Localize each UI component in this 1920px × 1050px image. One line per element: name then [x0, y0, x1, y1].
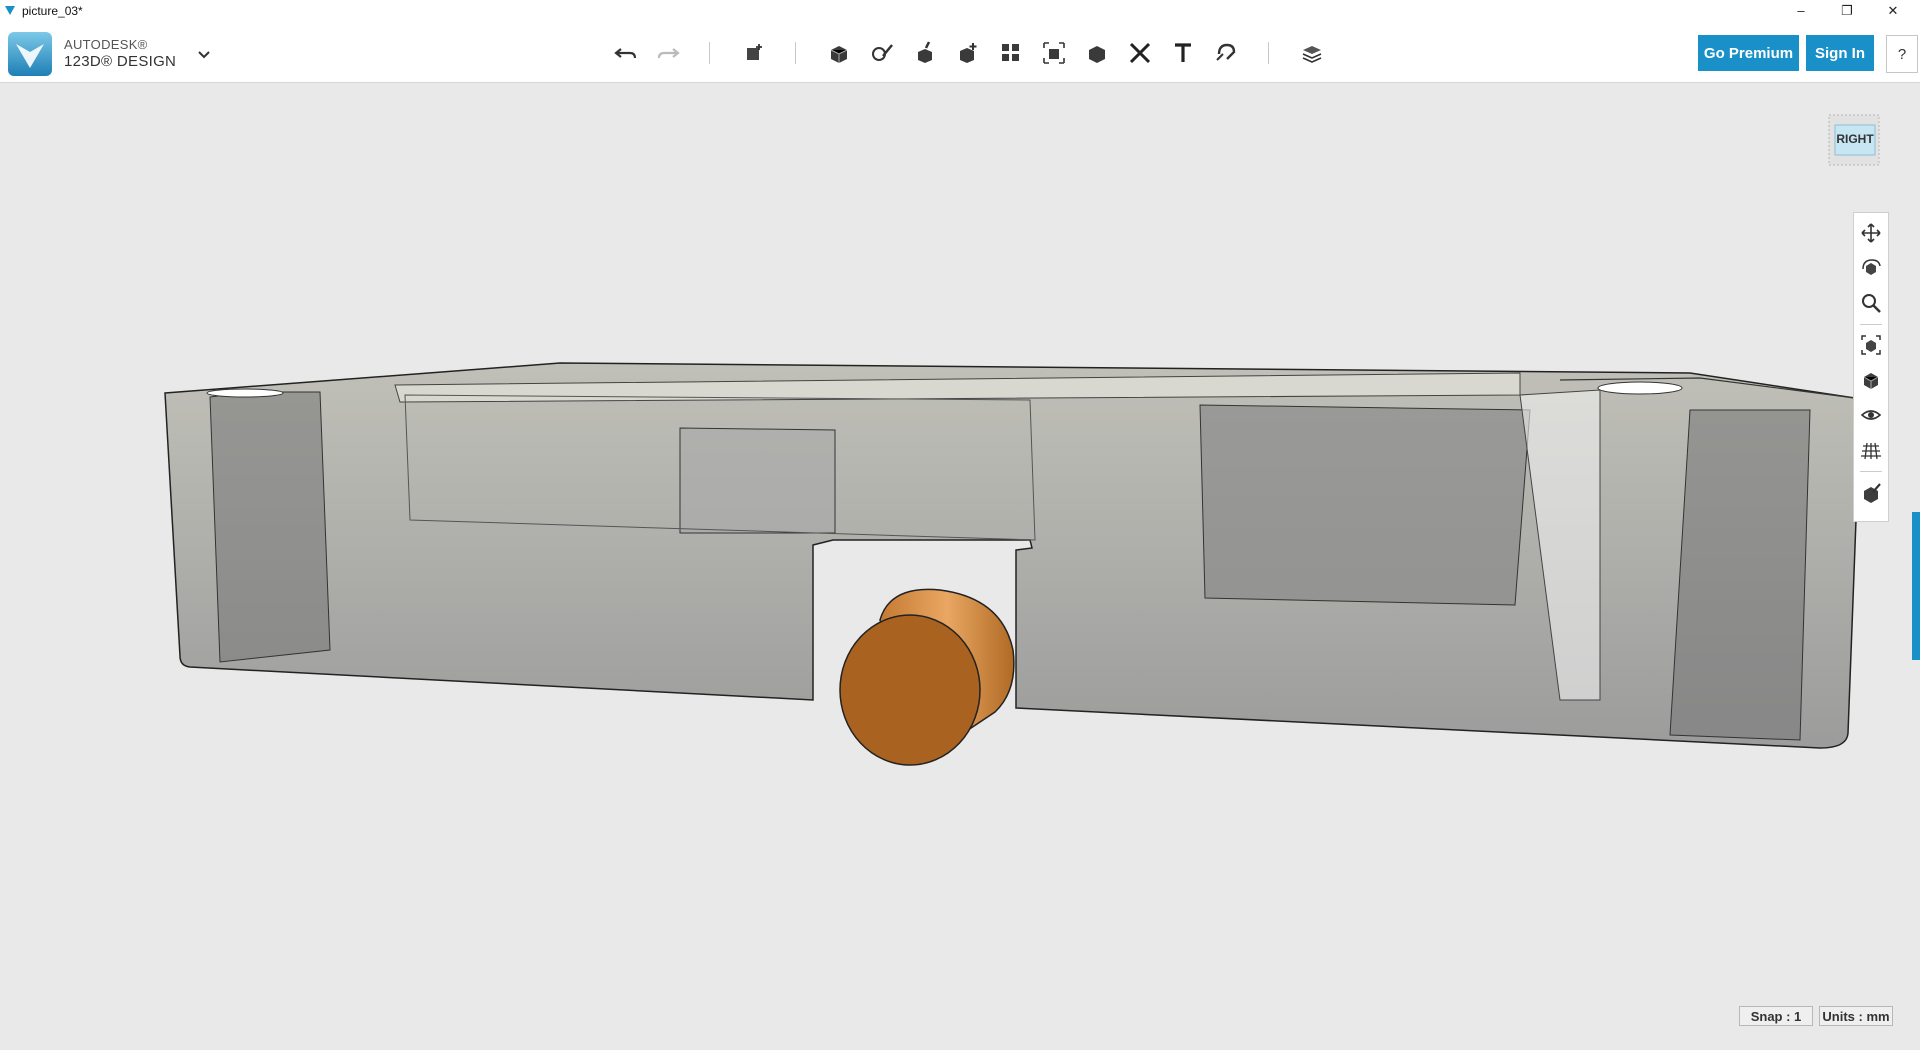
brand-product: 123D® DESIGN — [64, 53, 177, 70]
pan-icon[interactable] — [1859, 221, 1883, 245]
orbit-icon[interactable] — [1859, 256, 1883, 280]
navigation-bar — [1853, 212, 1889, 522]
minimize-button[interactable]: – — [1778, 0, 1824, 22]
modify-icon[interactable] — [951, 36, 985, 70]
fit-icon[interactable] — [1859, 333, 1883, 357]
sketch-icon[interactable] — [865, 36, 899, 70]
material-icon[interactable] — [1859, 481, 1883, 505]
snap-status[interactable]: Snap : 1 — [1739, 1006, 1813, 1026]
group-icon[interactable] — [1037, 36, 1071, 70]
undo-icon[interactable] — [609, 36, 643, 70]
pattern-icon[interactable] — [994, 36, 1028, 70]
redo-icon[interactable] — [651, 36, 685, 70]
view-icon[interactable] — [1859, 368, 1883, 392]
units-status[interactable]: Units : mm — [1819, 1006, 1893, 1026]
app-icon — [5, 6, 15, 15]
combine-icon[interactable] — [1080, 36, 1114, 70]
text-icon[interactable] — [1166, 36, 1200, 70]
construct-icon[interactable] — [908, 36, 942, 70]
help-button[interactable]: ? — [1886, 35, 1918, 73]
visibility-icon[interactable] — [1859, 403, 1883, 427]
materials-icon[interactable] — [1295, 36, 1329, 70]
enclosure-model[interactable] — [164, 362, 1857, 749]
brand-company: AUTODESK® — [64, 37, 148, 52]
sign-in-button[interactable]: Sign In — [1806, 35, 1874, 71]
3d-viewport[interactable] — [0, 83, 1920, 1050]
grid-icon[interactable] — [1859, 438, 1883, 462]
main-toolbar: AUTODESK® 123D® DESIGN Go Premium Sign I… — [0, 22, 1920, 83]
chevron-down-icon[interactable] — [197, 48, 211, 63]
title-bar: picture_03* – ❐ ✕ — [0, 0, 1920, 22]
measure-icon[interactable] — [1123, 36, 1157, 70]
zoom-icon[interactable] — [1859, 291, 1883, 315]
app-logo[interactable] — [8, 32, 52, 76]
window-title: picture_03* — [22, 4, 83, 18]
copper-cylinder[interactable] — [839, 588, 1015, 766]
logo-icon — [16, 44, 44, 68]
transform-icon[interactable] — [737, 36, 771, 70]
viewcube-face-label[interactable]: RIGHT — [1832, 132, 1878, 146]
close-button[interactable]: ✕ — [1870, 0, 1916, 22]
primitives-icon[interactable] — [822, 36, 856, 70]
restore-button[interactable]: ❐ — [1824, 0, 1870, 22]
go-premium-button[interactable]: Go Premium — [1698, 35, 1799, 71]
side-panel-tab[interactable] — [1912, 512, 1920, 660]
snap-icon[interactable] — [1209, 36, 1243, 70]
